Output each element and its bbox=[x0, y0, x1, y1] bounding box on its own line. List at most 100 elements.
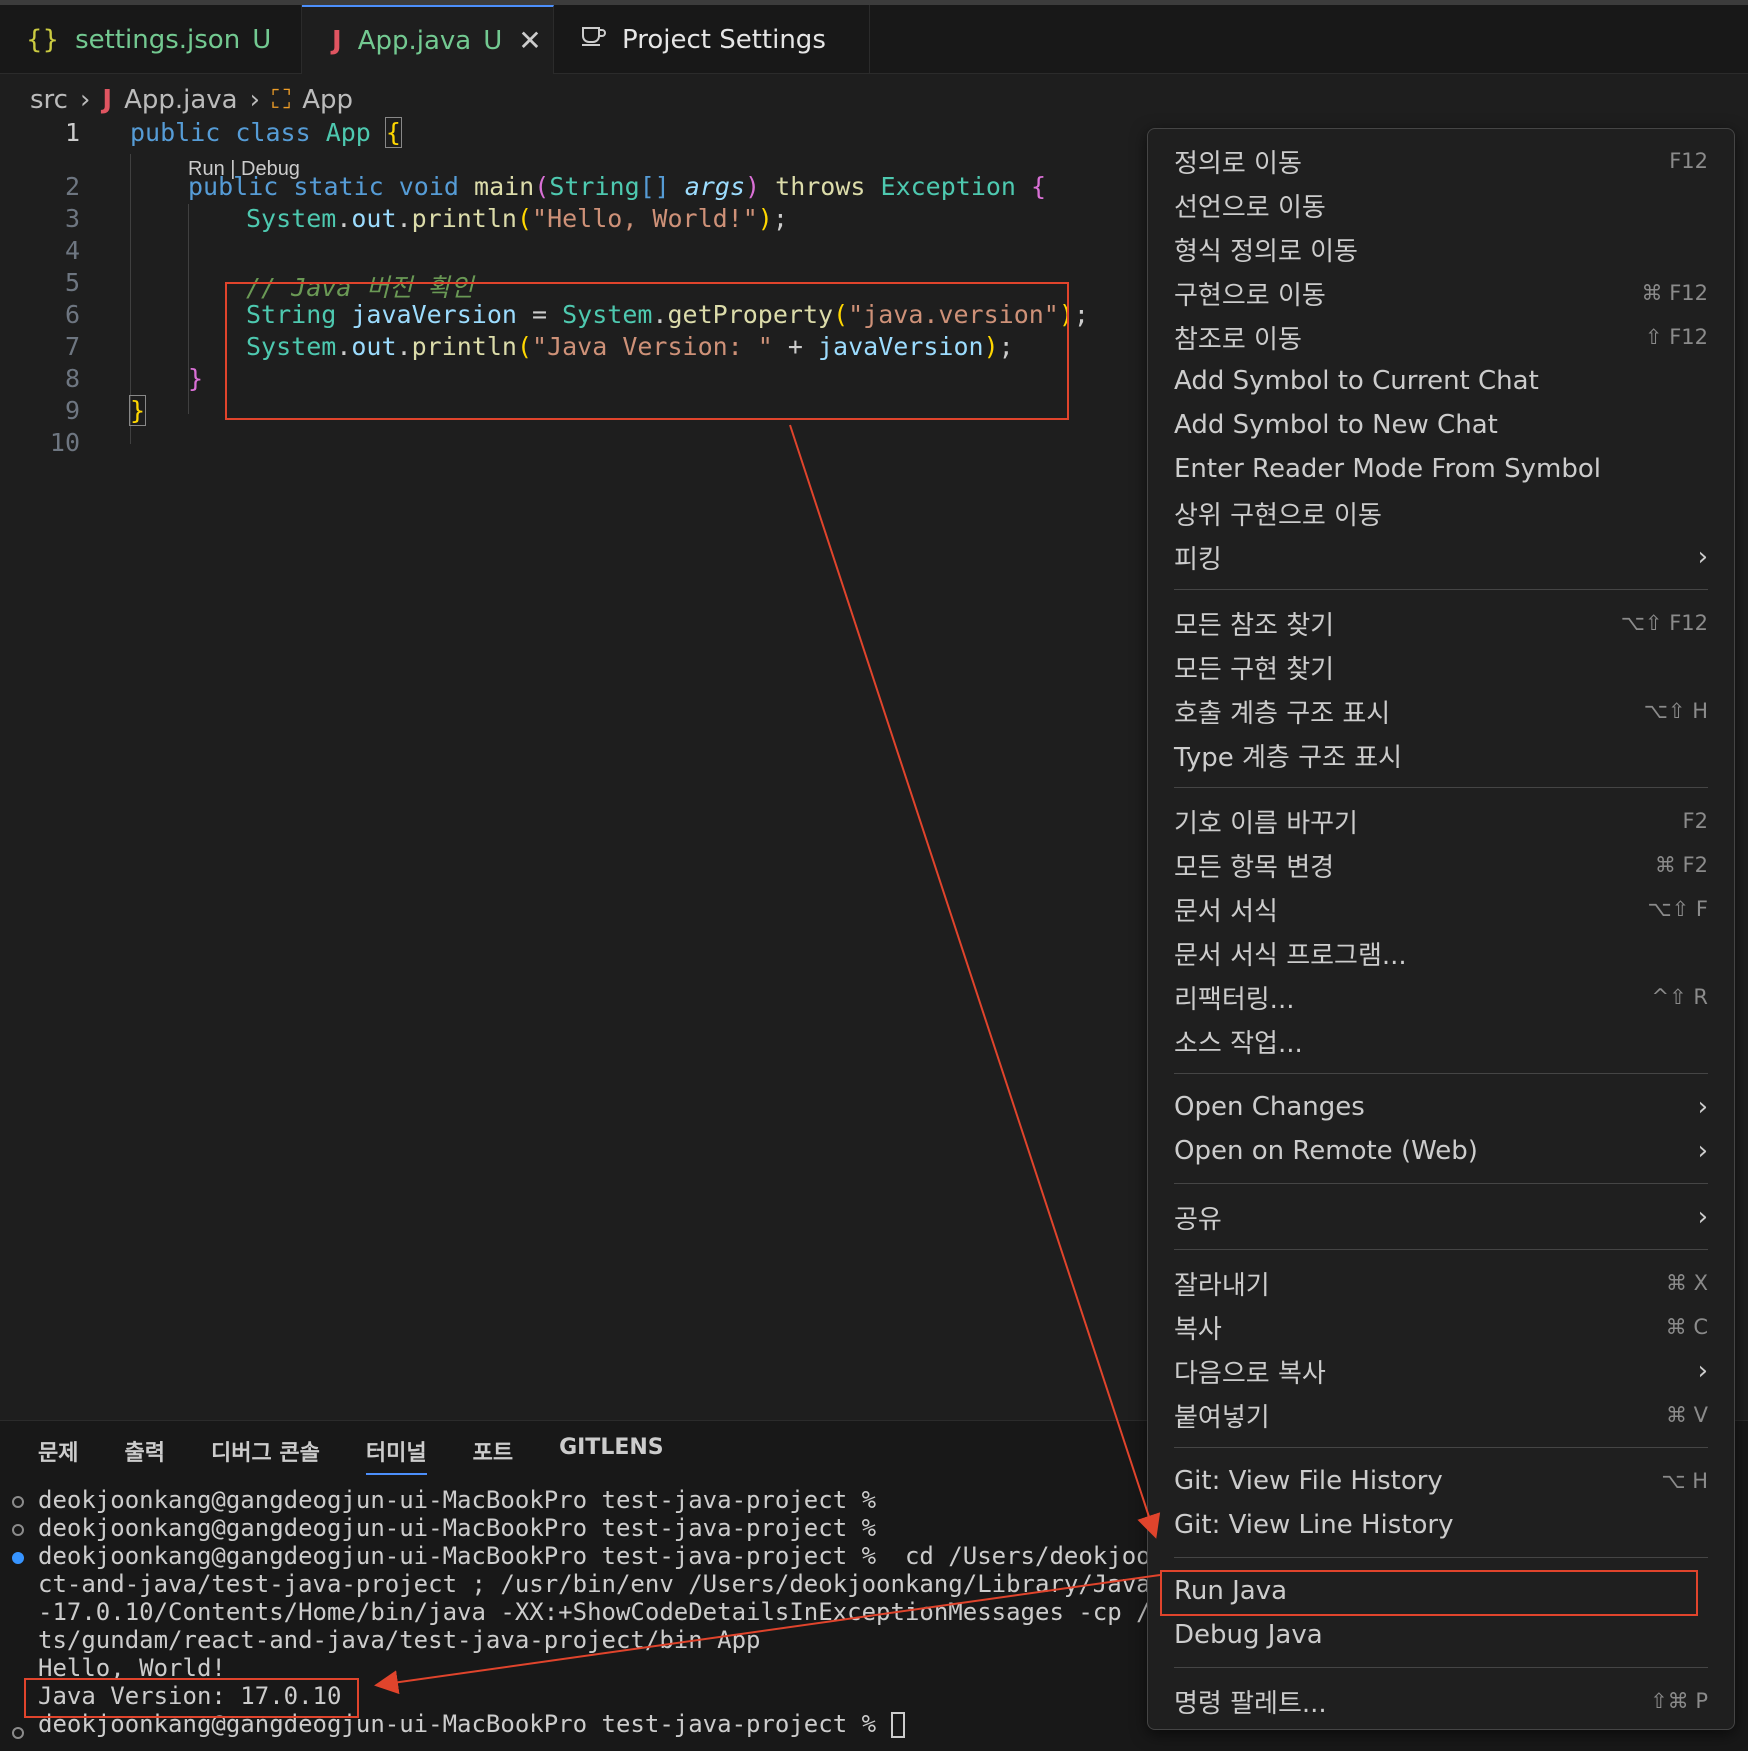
tab-app-java[interactable]: J App.java U ✕ bbox=[302, 5, 554, 74]
annotation-box-run-java bbox=[1160, 1570, 1698, 1616]
terminal-line: deokjoonkang@gangdeogjun-ui-MacBookPro t… bbox=[38, 1486, 877, 1514]
java-file-icon: J bbox=[332, 25, 342, 56]
command-status-dot[interactable] bbox=[12, 1727, 24, 1739]
tab-ports[interactable]: 포트 bbox=[473, 1435, 513, 1475]
line-number: 3 bbox=[64, 204, 80, 233]
breadcrumb-file[interactable]: App.java bbox=[124, 85, 238, 115]
menu-separator bbox=[1174, 589, 1708, 590]
line-number: 7 bbox=[64, 332, 80, 361]
terminal-line: -17.0.10/Contents/Home/bin/java -XX:+Sho… bbox=[38, 1598, 1180, 1626]
menu-separator bbox=[1174, 1667, 1708, 1668]
menu-separator bbox=[1174, 1249, 1708, 1250]
menu-item-find-all-references[interactable]: 모든 참조 찾기 ⌥⇧ F12 bbox=[1174, 603, 1708, 643]
menu-item-open-changes[interactable]: Open Changes › bbox=[1174, 1087, 1708, 1127]
breadcrumb-symbol[interactable]: App bbox=[302, 85, 353, 115]
java-file-icon: J bbox=[102, 85, 113, 115]
annotation-box-code bbox=[225, 282, 1069, 420]
line-number: 9 bbox=[64, 396, 80, 425]
tab-problems[interactable]: 문제 bbox=[38, 1435, 78, 1475]
code-line-2: public static void main(String[] args) t… bbox=[188, 172, 1047, 201]
menu-item-rename-symbol[interactable]: 기호 이름 바꾸기 F2 bbox=[1174, 801, 1708, 841]
chevron-right-icon: › bbox=[1697, 1202, 1708, 1232]
terminal-cursor bbox=[890, 1712, 905, 1738]
line-number: 10 bbox=[49, 428, 80, 457]
menu-separator bbox=[1174, 787, 1708, 788]
code-line-3: System.out.println("Hello, World!"); bbox=[246, 204, 788, 233]
class-symbol-icon: ⛶ bbox=[272, 84, 291, 115]
menu-item-format-document-with[interactable]: 문서 서식 프로그램... bbox=[1174, 933, 1708, 973]
annotation-box-terminal bbox=[24, 1678, 359, 1718]
menu-item-add-symbol-new-chat[interactable]: Add Symbol to New Chat bbox=[1174, 405, 1708, 445]
menu-item-command-palette[interactable]: 명령 팔레트... ⇧⌘ P bbox=[1174, 1681, 1708, 1721]
line-number: 4 bbox=[64, 236, 80, 265]
menu-item-change-all-occurrences[interactable]: 모든 항목 변경 ⌘ F2 bbox=[1174, 845, 1708, 885]
chevron-right-icon: › bbox=[79, 85, 91, 115]
terminal-line: ct-and-java/test-java-project ; /usr/bin… bbox=[38, 1570, 1180, 1598]
tab-settings-json[interactable]: {} settings.json U bbox=[0, 5, 302, 74]
menu-item-go-to-implementation[interactable]: 구현으로 이동 ⌘ F12 bbox=[1174, 273, 1708, 313]
tab-status: U bbox=[252, 24, 272, 55]
menu-item-share[interactable]: 공유 › bbox=[1174, 1197, 1708, 1237]
breadcrumb: src › J App.java › ⛶ App bbox=[30, 80, 353, 120]
menu-item-refactor[interactable]: 리팩터링... ^⇧ R bbox=[1174, 977, 1708, 1017]
tab-output[interactable]: 출력 bbox=[124, 1435, 164, 1475]
menu-separator bbox=[1174, 1183, 1708, 1184]
menu-item-go-to-definition[interactable]: 정의로 이동 F12 bbox=[1174, 141, 1708, 181]
menu-item-reader-mode[interactable]: Enter Reader Mode From Symbol bbox=[1174, 449, 1708, 489]
menu-item-go-to-declaration[interactable]: 선언으로 이동 bbox=[1174, 185, 1708, 225]
line-number: 5 bbox=[64, 268, 80, 297]
menu-item-git-view-line-history[interactable]: Git: View Line History bbox=[1174, 1505, 1708, 1545]
json-file-icon: {} bbox=[26, 24, 60, 55]
menu-item-source-action[interactable]: 소스 작업... bbox=[1174, 1021, 1708, 1061]
code-line-1: public class App { bbox=[130, 117, 402, 148]
tab-label: App.java bbox=[357, 25, 472, 56]
tab-label: Project Settings bbox=[622, 24, 826, 55]
tab-label: settings.json bbox=[75, 24, 241, 55]
line-number: 2 bbox=[64, 172, 80, 201]
chevron-right-icon: › bbox=[249, 85, 261, 115]
chevron-right-icon: › bbox=[1697, 1136, 1708, 1166]
menu-item-format-document[interactable]: 문서 서식 ⌥⇧ F bbox=[1174, 889, 1708, 929]
menu-item-git-view-file-history[interactable]: Git: View File History ⌥ H bbox=[1174, 1461, 1708, 1501]
menu-item-peek[interactable]: 피킹 › bbox=[1174, 537, 1708, 577]
command-status-dot[interactable] bbox=[12, 1496, 24, 1508]
command-status-dot[interactable] bbox=[12, 1552, 24, 1564]
code-line-8: } bbox=[188, 364, 204, 393]
menu-item-cut[interactable]: 잘라내기 ⌘ X bbox=[1174, 1263, 1708, 1303]
menu-item-go-to-super-implementation[interactable]: 상위 구현으로 이동 bbox=[1174, 493, 1708, 533]
line-number: 1 bbox=[64, 118, 80, 147]
menu-item-show-call-hierarchy[interactable]: 호출 계층 구조 표시 ⌥⇧ H bbox=[1174, 691, 1708, 731]
menu-item-paste[interactable]: 붙여넣기 ⌘ V bbox=[1174, 1395, 1708, 1435]
line-number: 8 bbox=[64, 364, 80, 393]
terminal-line: ts/gundam/react-and-java/test-java-proje… bbox=[38, 1626, 761, 1654]
terminal-line: deokjoonkang@gangdeogjun-ui-MacBookPro t… bbox=[38, 1514, 877, 1542]
code-editor[interactable]: 1 2 3 4 5 6 7 8 9 10 public class App { … bbox=[0, 117, 1148, 1418]
menu-item-find-all-implementations[interactable]: 모든 구현 찾기 bbox=[1174, 647, 1708, 687]
menu-item-go-to-references[interactable]: 참조로 이동 ⇧ F12 bbox=[1174, 317, 1708, 357]
close-icon[interactable]: ✕ bbox=[518, 24, 541, 57]
terminal-line: deokjoonkang@gangdeogjun-ui-MacBookPro t… bbox=[38, 1542, 1180, 1570]
menu-item-go-to-type-definition[interactable]: 형식 정의로 이동 bbox=[1174, 229, 1708, 269]
tab-terminal[interactable]: 터미널 bbox=[365, 1435, 427, 1475]
chevron-right-icon: › bbox=[1697, 1356, 1708, 1386]
menu-separator bbox=[1174, 1447, 1708, 1448]
menu-item-add-symbol-current-chat[interactable]: Add Symbol to Current Chat bbox=[1174, 361, 1708, 401]
tab-status: U bbox=[483, 25, 503, 56]
code-line-9: } bbox=[128, 395, 147, 426]
menu-item-open-on-remote[interactable]: Open on Remote (Web) › bbox=[1174, 1131, 1708, 1171]
menu-separator bbox=[1174, 1073, 1708, 1074]
tab-debug-console[interactable]: 디버그 콘솔 bbox=[211, 1435, 320, 1475]
editor-tab-bar: {} settings.json U J App.java U ✕ Projec… bbox=[0, 0, 1748, 74]
menu-item-show-type-hierarchy[interactable]: Type 계층 구조 표시 bbox=[1174, 735, 1708, 775]
command-status-dot[interactable] bbox=[12, 1524, 24, 1536]
menu-item-copy-as[interactable]: 다음으로 복사 › bbox=[1174, 1351, 1708, 1391]
tab-gitlens[interactable]: GITLENS bbox=[559, 1435, 664, 1475]
menu-item-debug-java[interactable]: Debug Java bbox=[1174, 1615, 1708, 1655]
panel-tabs: 문제 출력 디버그 콘솔 터미널 포트 GITLENS bbox=[38, 1435, 664, 1475]
breadcrumb-folder[interactable]: src bbox=[30, 85, 68, 115]
tab-project-settings[interactable]: Project Settings bbox=[554, 5, 870, 74]
context-menu: 정의로 이동 F12 선언으로 이동 형식 정의로 이동 구현으로 이동 ⌘ F12… bbox=[1147, 128, 1735, 1730]
line-number: 6 bbox=[64, 300, 80, 329]
coffee-cup-icon bbox=[580, 24, 606, 55]
menu-item-copy[interactable]: 복사 ⌘ C bbox=[1174, 1307, 1708, 1347]
